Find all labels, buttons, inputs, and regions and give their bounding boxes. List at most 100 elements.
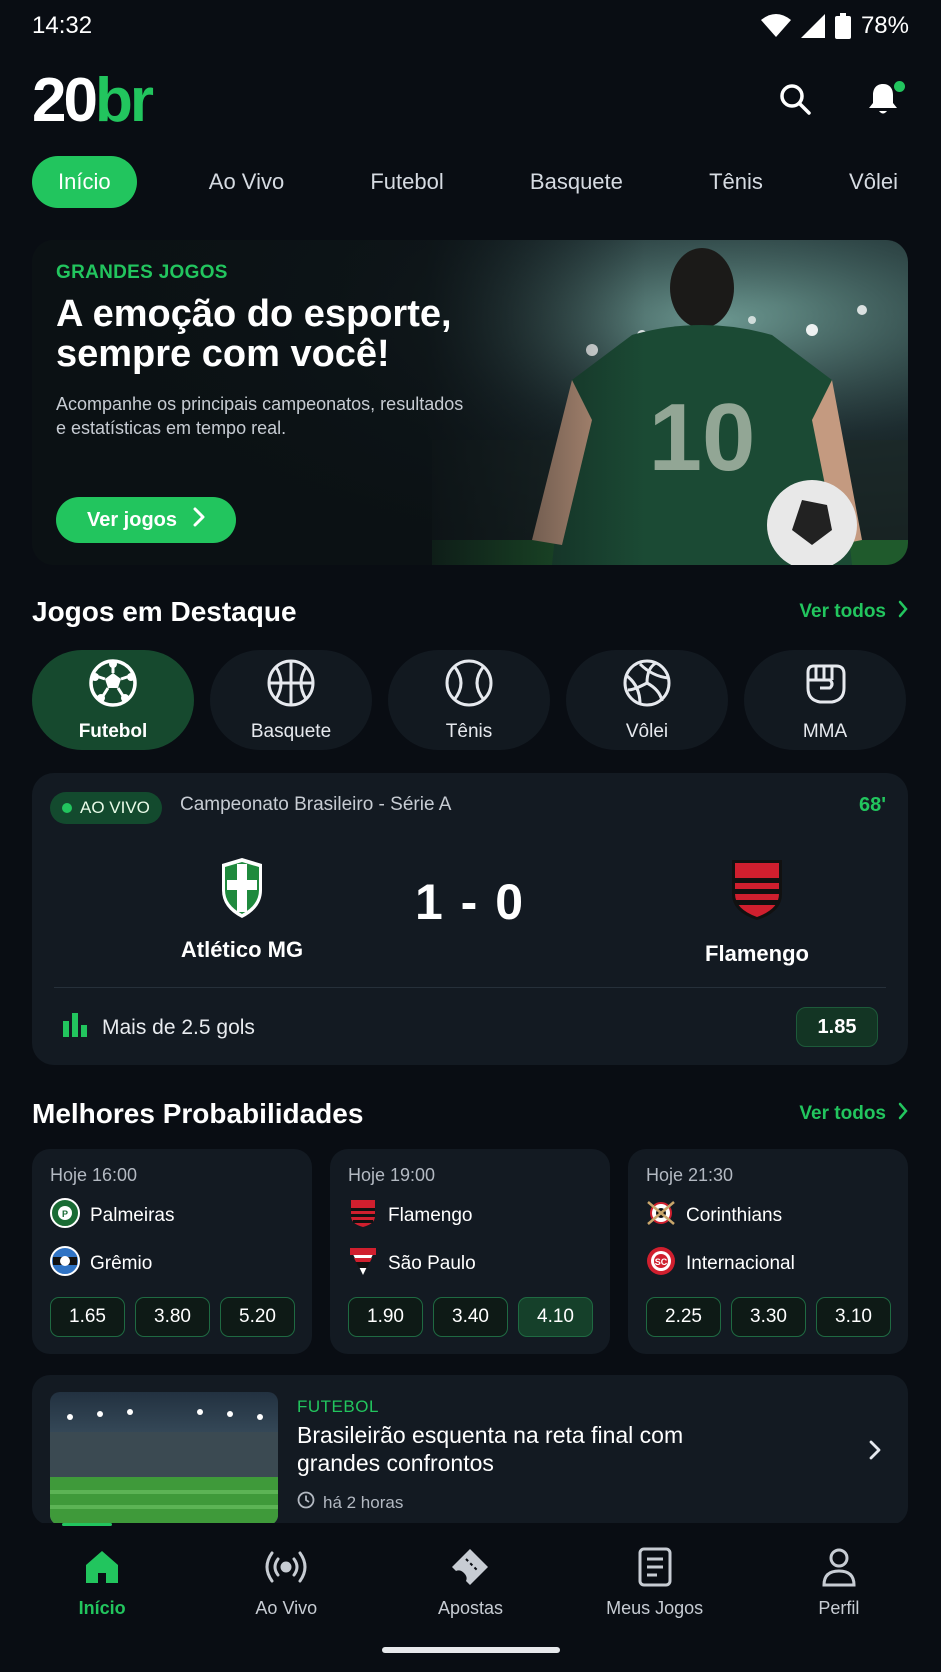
sport-filter-futebol[interactable]: Futebol — [32, 650, 194, 750]
odds-card[interactable]: Hoje 16:00 P Palmeiras Grêmio 1.65 3.80 … — [32, 1149, 312, 1354]
featured-section-header: Jogos em Destaque Ver todos — [32, 592, 908, 632]
chevron-right-icon — [193, 507, 205, 533]
live-badge-label: AO VIVO — [80, 798, 150, 817]
news-timestamp: há 2 horas — [297, 1491, 403, 1514]
tab-volei[interactable]: Vôlei — [835, 156, 912, 208]
match-time: Hoje 21:30 — [646, 1165, 734, 1185]
news-card[interactable]: FUTEBOL Brasileirão esquenta na reta fin… — [32, 1375, 908, 1525]
best-odds-title: Melhores Probabilidades — [32, 1098, 364, 1129]
away-team-name: Flamengo — [705, 941, 809, 966]
hero-subtitle: Acompanhe os principais campeonatos, res… — [56, 394, 464, 438]
header-actions — [775, 81, 909, 121]
flamengo-crest-icon — [348, 1198, 378, 1234]
document-icon — [637, 1547, 673, 1592]
basketball-icon — [266, 658, 316, 713]
best-odds-section-header: Melhores Probabilidades Ver todos — [32, 1094, 908, 1134]
broadcast-icon — [264, 1547, 308, 1592]
home-team-name: Atlético MG — [180, 937, 304, 962]
away-team-name: Grêmio — [90, 1253, 153, 1274]
hero-eyebrow: GRANDES JOGOS — [56, 262, 228, 283]
odd-away-button[interactable]: 4.10 — [518, 1297, 593, 1337]
sport-filter-tenis[interactable]: Tênis — [388, 650, 550, 750]
nav-perfil[interactable]: Perfil — [754, 1523, 924, 1672]
league-name: Campeonato Brasileiro - Série A — [180, 794, 452, 815]
odd-draw-button[interactable]: 3.30 — [731, 1297, 806, 1337]
nav-label: Início — [78, 1598, 126, 1618]
bar-chart-icon — [62, 1013, 88, 1043]
sao-paulo-crest-icon — [348, 1246, 378, 1282]
gremio-crest-icon — [50, 1246, 80, 1282]
notification-dot — [894, 81, 905, 92]
nav-label: Meus Jogos — [606, 1598, 704, 1618]
battery-percent: 78% — [860, 12, 909, 39]
live-match-card[interactable]: AO VIVO Campeonato Brasileiro - Série A … — [32, 773, 908, 1065]
status-time: 14:32 — [32, 12, 93, 39]
card-divider — [54, 987, 886, 988]
chevron-right-icon — [898, 1102, 908, 1126]
nav-meus-jogos[interactable]: Meus Jogos — [570, 1523, 740, 1672]
svg-text:SC: SC — [655, 1257, 668, 1267]
svg-text:P: P — [62, 1209, 68, 1219]
app-logo[interactable]: 20br — [32, 70, 154, 132]
active-nav-indicator — [62, 1523, 113, 1526]
tab-ao-vivo[interactable]: Ao Vivo — [195, 156, 298, 208]
notifications-button[interactable] — [863, 81, 905, 121]
see-games-button[interactable]: Ver jogos — [56, 497, 236, 543]
home-team-row: Corinthians — [646, 1198, 890, 1234]
sport-filter-basquete[interactable]: Basquete — [210, 650, 372, 750]
hero-content: GRANDES JOGOS A emoção do esporte, sempr… — [56, 262, 476, 440]
featured-see-all-link[interactable]: Ver todos — [799, 600, 908, 624]
tab-inicio[interactable]: Início — [32, 156, 137, 208]
battery-icon — [834, 13, 851, 39]
signal-icon — [800, 14, 825, 38]
featured-title: Jogos em Destaque — [32, 596, 297, 627]
away-team-name: São Paulo — [388, 1253, 476, 1274]
category-tabs: Início Ao Vivo Futebol Basquete Tênis Vô… — [32, 156, 912, 208]
odd-home-button[interactable]: 1.90 — [348, 1297, 423, 1337]
tab-basquete[interactable]: Basquete — [516, 156, 637, 208]
search-button[interactable] — [775, 81, 815, 121]
nav-inicio[interactable]: Início — [17, 1523, 187, 1672]
clock-icon — [297, 1491, 315, 1514]
see-all-label: Ver todos — [799, 601, 886, 622]
soccer-ball-icon — [88, 658, 138, 713]
away-team: Flamengo — [647, 858, 867, 967]
logo-text: 20 — [32, 66, 98, 135]
search-icon — [778, 82, 812, 121]
odd-home-button[interactable]: 1.65 — [50, 1297, 125, 1337]
hero-title: A emoção do esporte, sempre com você! — [56, 293, 452, 375]
odd-draw-button[interactable]: 3.40 — [433, 1297, 508, 1337]
news-title: Brasileirão esquenta na reta final com g… — [297, 1422, 684, 1476]
home-icon — [82, 1547, 122, 1592]
match-minute: 68' — [858, 794, 886, 816]
tab-futebol[interactable]: Futebol — [356, 156, 457, 208]
sport-filter-mma[interactable]: MMA — [744, 650, 906, 750]
odd-away-button[interactable]: 3.10 — [816, 1297, 891, 1337]
tab-tenis[interactable]: Tênis — [695, 156, 777, 208]
odds-buttons: 1.90 3.40 4.10 — [348, 1297, 593, 1337]
tennis-ball-icon — [444, 658, 494, 713]
odds-card[interactable]: Hoje 19:00 Flamengo São Paulo 1.90 3.40 … — [330, 1149, 610, 1354]
odd-home-button[interactable]: 2.25 — [646, 1297, 721, 1337]
home-team-row: P Palmeiras — [50, 1198, 294, 1234]
hero-banner[interactable]: 10 GRANDES JOGOS A emoção do esporte, se… — [32, 240, 908, 565]
best-odds-list: Hoje 16:00 P Palmeiras Grêmio 1.65 3.80 … — [32, 1149, 908, 1354]
see-all-label: Ver todos — [799, 1103, 886, 1124]
chevron-right-icon — [898, 600, 908, 624]
wifi-icon — [760, 14, 791, 38]
market-odd-button[interactable]: 1.85 — [796, 1007, 878, 1047]
odd-draw-button[interactable]: 3.80 — [135, 1297, 210, 1337]
best-odds-see-all-link[interactable]: Ver todos — [799, 1102, 908, 1126]
match-time: Hoje 19:00 — [348, 1165, 436, 1185]
match-time: Hoje 16:00 — [50, 1165, 138, 1185]
odds-card[interactable]: Hoje 21:30 Corinthians SC Internacional … — [628, 1149, 908, 1354]
sport-filter-label: MMA — [802, 720, 848, 742]
sport-filter-label: Tênis — [445, 720, 493, 742]
odd-away-button[interactable]: 5.20 — [220, 1297, 295, 1337]
home-indicator-bar[interactable] — [382, 1647, 560, 1653]
nav-ao-vivo[interactable]: Ao Vivo — [201, 1523, 371, 1672]
sport-filter-volei[interactable]: Vôlei — [566, 650, 728, 750]
sport-filter-label: Vôlei — [625, 720, 669, 742]
away-team-name: Internacional — [686, 1253, 795, 1274]
live-badge: AO VIVO — [50, 792, 162, 824]
